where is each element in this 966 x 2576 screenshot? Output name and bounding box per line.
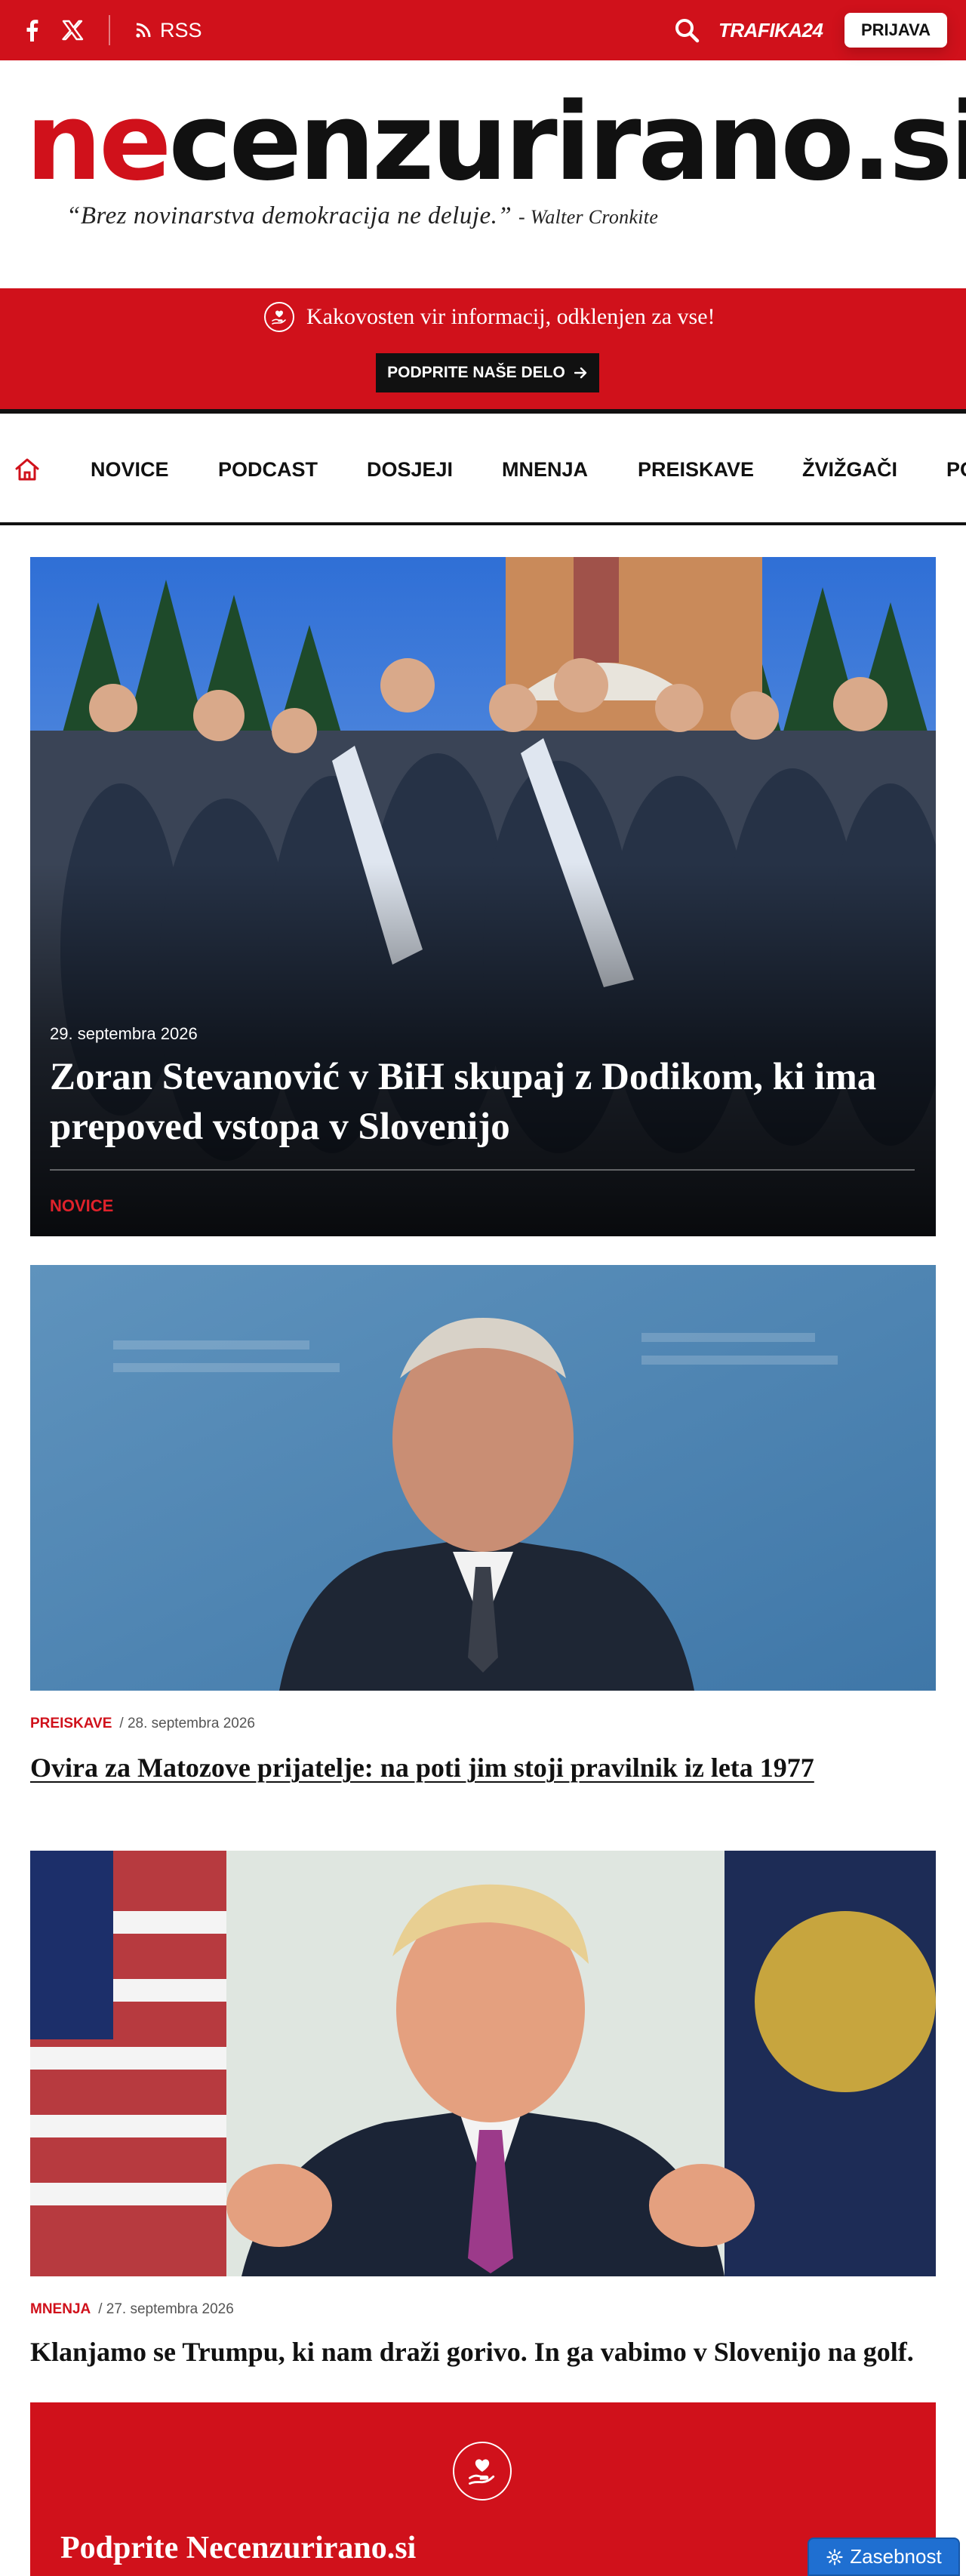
trafika-label: TRAFIKA24 — [718, 18, 823, 42]
nav-item-more[interactable]: PO — [946, 453, 966, 486]
logo-ne: ne — [26, 80, 171, 205]
hero-divider — [50, 1169, 915, 1171]
nav-item-preiskave[interactable]: PREISKAVE — [638, 453, 754, 486]
search-icon[interactable] — [672, 15, 702, 45]
privacy-settings-button[interactable]: Zasebnost — [808, 2538, 960, 2576]
article-title[interactable]: Ovira za Matozove prijatelje: na poti ji… — [30, 1751, 936, 1784]
heart-hand-icon — [453, 2442, 512, 2501]
article-image[interactable] — [30, 1851, 936, 2276]
privacy-label: Zasebnost — [850, 2545, 942, 2568]
support-box-title: Podprite Necenzurirano.si — [60, 2531, 417, 2565]
article-meta: MNENJA / 27. septembra 2026 — [30, 2300, 234, 2319]
support-message-text: Kakovosten vir informacij, odklenjen za … — [306, 304, 715, 329]
nav-item-podcast[interactable]: PODCAST — [218, 453, 318, 486]
article-date: / 28. septembra 2026 — [119, 1716, 255, 1731]
nav-item-novice[interactable]: NOVICE — [91, 453, 169, 486]
support-message: Kakovosten vir informacij, odklenjen za … — [264, 300, 715, 334]
support-our-work-button[interactable]: PODPRITE NAŠE DELO — [376, 353, 599, 392]
article-photo — [30, 1851, 936, 2276]
article-category[interactable]: MNENJA — [30, 2301, 91, 2318]
article-title[interactable]: Klanjamo se Trumpu, ki nam draži gorivo.… — [30, 2335, 936, 2368]
rss-link[interactable]: RSS — [134, 17, 202, 44]
arrow-right-icon — [574, 367, 587, 379]
login-button[interactable]: PRIJAVA — [844, 13, 947, 48]
main-nav: NOVICE PODCAST DOSJEJI MNENJA PREISKAVE … — [0, 414, 966, 525]
hero-category[interactable]: NOVICE — [50, 1196, 113, 1216]
x-icon[interactable] — [59, 17, 86, 44]
site-tagline: “Brez novinarstva demokracija ne deluje.… — [66, 202, 658, 230]
rss-label: RSS — [160, 18, 202, 42]
nav-item-dosjeji[interactable]: DOSJEJI — [367, 453, 453, 486]
article-image[interactable] — [30, 1265, 936, 1691]
article-category[interactable]: PREISKAVE — [30, 1716, 112, 1732]
article-meta: PREISKAVE / 28. septembra 2026 — [30, 1714, 255, 1734]
article-date: / 27. septembra 2026 — [98, 2301, 234, 2317]
nav-item-zvizgaci[interactable]: ŽVIŽGAČI — [802, 453, 897, 486]
hero-date: 29. septembra 2026 — [50, 1024, 198, 1043]
trafika-link[interactable]: TRAFIKA24 — [718, 14, 823, 47]
logo-rest: cenzurirano.si — [168, 80, 966, 205]
hero-title[interactable]: Zoran Stevanović v BiH skupaj z Dodikom,… — [50, 1052, 910, 1152]
nav-item-mnenja[interactable]: MNENJA — [502, 453, 588, 486]
tagline-author: - Walter Cronkite — [518, 206, 659, 228]
top-bar: RSS TRAFIKA24 PRIJAVA — [0, 0, 966, 60]
site-logo[interactable]: necenzurirano.si — [26, 89, 966, 196]
support-button-label: PODPRITE NAŠE DELO — [387, 364, 565, 381]
gear-icon — [826, 2548, 843, 2565]
rss-icon — [136, 23, 151, 38]
home-icon[interactable] — [12, 454, 42, 485]
topbar-divider — [109, 15, 110, 45]
heart-hand-icon — [264, 302, 294, 332]
tagline-quote: “Brez novinarstva demokracija ne deluje.… — [66, 202, 512, 229]
facebook-icon[interactable] — [18, 17, 45, 44]
article-photo — [30, 1265, 936, 1691]
